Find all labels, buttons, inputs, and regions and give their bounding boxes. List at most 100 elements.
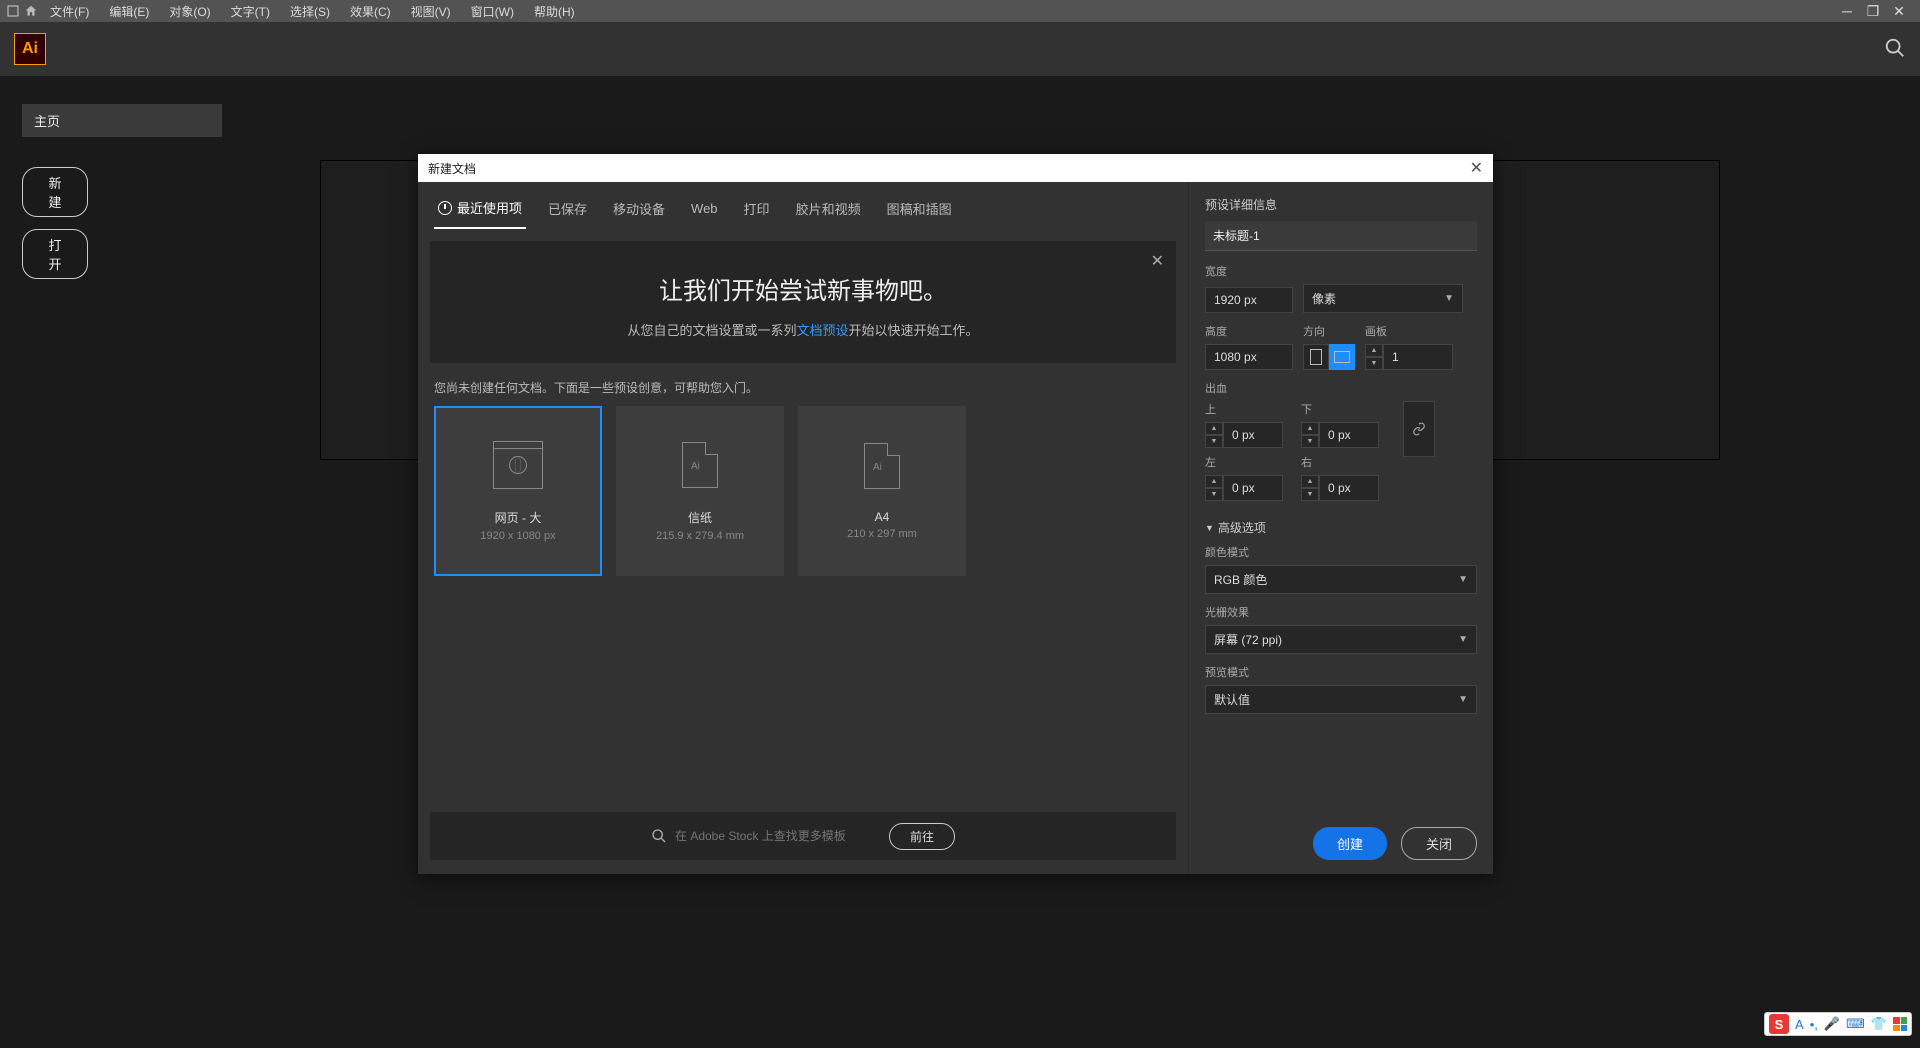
ai-logo: Ai <box>14 33 46 65</box>
stock-search-input[interactable] <box>675 829 875 843</box>
close-icon[interactable]: ✕ <box>1470 158 1483 178</box>
tab-saved[interactable]: 已保存 <box>544 193 591 228</box>
advanced-toggle[interactable]: ▼高级选项 <box>1205 519 1477 536</box>
ime-toolbar[interactable]: S A •, 🎤 ⌨ 👕 <box>1764 1012 1912 1036</box>
preset-web-large[interactable]: 网页 - 大 1920 x 1080 px <box>434 406 602 576</box>
step-up-icon[interactable]: ▲ <box>1365 344 1383 357</box>
ime-mic-icon[interactable]: 🎤 <box>1824 1016 1840 1032</box>
menu-help[interactable]: 帮助(H) <box>526 1 583 22</box>
raster-select[interactable]: 屏幕 (72 ppi)▼ <box>1205 625 1477 654</box>
step-down-icon[interactable]: ▼ <box>1365 357 1383 370</box>
preset-name: A4 <box>875 510 890 524</box>
color-mode-select[interactable]: RGB 颜色▼ <box>1205 565 1477 594</box>
clock-icon <box>438 201 452 215</box>
app-icon <box>6 4 20 18</box>
close-button[interactable]: 关闭 <box>1401 827 1477 860</box>
menu-window[interactable]: 窗口(W) <box>463 1 522 22</box>
ime-skin-icon[interactable]: 👕 <box>1871 1016 1887 1032</box>
link-bleed-icon[interactable] <box>1403 401 1435 457</box>
category-tabs: 最近使用项 已保存 移动设备 Web 打印 胶片和视频 图稿和插图 <box>418 182 1188 229</box>
bleed-right-label: 右 <box>1301 454 1379 470</box>
tab-mobile[interactable]: 移动设备 <box>609 193 669 228</box>
bleed-left-label: 左 <box>1205 454 1283 470</box>
sogou-logo-icon: S <box>1769 1014 1789 1034</box>
ime-punct-icon[interactable]: •, <box>1810 1017 1818 1032</box>
chevron-down-icon: ▼ <box>1458 574 1468 585</box>
preset-a4[interactable]: Ai A4 210 x 297 mm <box>798 406 966 576</box>
minimize-icon[interactable]: ─ <box>1838 3 1856 20</box>
home-icon[interactable] <box>24 4 38 18</box>
hero-close-icon[interactable]: ✕ <box>1151 251 1164 271</box>
tab-art[interactable]: 图稿和插图 <box>883 193 956 228</box>
unit-select[interactable]: 像素▼ <box>1303 284 1463 313</box>
search-icon[interactable] <box>1884 37 1906 62</box>
color-mode-label: 颜色模式 <box>1205 544 1477 560</box>
sidebar: 主页 新建 打开 <box>0 76 240 307</box>
tab-recent[interactable]: 最近使用项 <box>434 192 526 229</box>
width-label: 宽度 <box>1205 263 1477 279</box>
preset-letter[interactable]: Ai 信纸 215.9 x 279.4 mm <box>616 406 784 576</box>
window-controls: ─ ❐ ✕ <box>1838 3 1914 20</box>
height-input[interactable]: 1080 px <box>1205 344 1293 370</box>
dialog-titlebar: 新建文档 ✕ <box>418 154 1493 182</box>
preset-name: 信纸 <box>688 509 712 526</box>
ime-toolbox-icon[interactable] <box>1893 1017 1907 1031</box>
open-button[interactable]: 打开 <box>22 229 88 279</box>
doc-name-input[interactable]: 未标题-1 <box>1205 221 1477 251</box>
bleed-label: 出血 <box>1205 380 1477 396</box>
dialog-left: 最近使用项 已保存 移动设备 Web 打印 胶片和视频 图稿和插图 ✕ 让我们开… <box>418 182 1188 874</box>
preset-dim: 215.9 x 279.4 mm <box>656 530 744 542</box>
preview-label: 预览模式 <box>1205 664 1477 680</box>
orientation-label: 方向 <box>1303 323 1355 339</box>
menu-select[interactable]: 选择(S) <box>282 1 338 22</box>
chevron-down-icon: ▼ <box>1444 293 1454 304</box>
new-document-dialog: 新建文档 ✕ 最近使用项 已保存 移动设备 Web 打印 胶片和视频 图稿和插图… <box>418 154 1493 874</box>
bleed-top-input[interactable]: 0 px <box>1223 422 1283 448</box>
web-preset-icon <box>493 441 543 489</box>
tab-web[interactable]: Web <box>687 195 722 226</box>
artboard-stepper[interactable]: ▲▼ 1 <box>1365 344 1453 370</box>
presets-label: 您尚未创建任何文档。下面是一些预设创意，可帮助您入门。 <box>434 379 1172 396</box>
ime-lang[interactable]: A <box>1795 1017 1804 1032</box>
preview-select[interactable]: 默认值▼ <box>1205 685 1477 714</box>
menu-edit[interactable]: 编辑(E) <box>101 1 157 22</box>
home-tab[interactable]: 主页 <box>22 104 222 137</box>
preset-name: 网页 - 大 <box>495 509 542 526</box>
artboard-label: 画板 <box>1365 323 1453 339</box>
orientation-toggle <box>1303 344 1355 370</box>
menu-type[interactable]: 文字(T) <box>223 1 278 22</box>
raster-label: 光栅效果 <box>1205 604 1477 620</box>
go-button[interactable]: 前往 <box>889 823 955 850</box>
hero-title: 让我们开始尝试新事物吧。 <box>470 271 1136 306</box>
app-header: Ai <box>0 22 1920 76</box>
height-label: 高度 <box>1205 323 1293 339</box>
bleed-top-label: 上 <box>1205 401 1283 417</box>
menu-view[interactable]: 视图(V) <box>403 1 459 22</box>
menu-file[interactable]: 文件(F) <box>42 1 97 22</box>
a4-preset-icon: Ai <box>857 442 907 490</box>
bleed-bottom-input[interactable]: 0 px <box>1319 422 1379 448</box>
create-button[interactable]: 创建 <box>1313 827 1387 860</box>
dialog-footer: 创建 关闭 <box>1205 809 1477 860</box>
close-window-icon[interactable]: ✕ <box>1890 3 1908 20</box>
letter-preset-icon: Ai <box>675 441 725 489</box>
preset-details-panel: 预设详细信息 未标题-1 宽度 1920 px 像素▼ 高度 1080 px 方… <box>1188 182 1493 874</box>
new-button[interactable]: 新建 <box>22 167 88 217</box>
maximize-icon[interactable]: ❐ <box>1864 3 1882 20</box>
bleed-bottom-label: 下 <box>1301 401 1379 417</box>
portrait-button[interactable] <box>1303 344 1329 370</box>
dialog-title: 新建文档 <box>428 160 476 177</box>
details-title: 预设详细信息 <box>1205 196 1477 213</box>
artboard-input[interactable]: 1 <box>1383 344 1453 370</box>
menu-effect[interactable]: 效果(C) <box>342 1 399 22</box>
landscape-button[interactable] <box>1329 344 1355 370</box>
tab-film[interactable]: 胶片和视频 <box>792 193 865 228</box>
presets-grid: 网页 - 大 1920 x 1080 px Ai 信纸 215.9 x 279.… <box>418 406 1188 576</box>
bleed-left-input[interactable]: 0 px <box>1223 475 1283 501</box>
bleed-right-input[interactable]: 0 px <box>1319 475 1379 501</box>
width-input[interactable]: 1920 px <box>1205 287 1293 313</box>
hero-link[interactable]: 文档预设 <box>796 323 848 338</box>
ime-keyboard-icon[interactable]: ⌨ <box>1846 1016 1865 1032</box>
menu-object[interactable]: 对象(O) <box>161 1 218 22</box>
tab-print[interactable]: 打印 <box>740 193 774 228</box>
